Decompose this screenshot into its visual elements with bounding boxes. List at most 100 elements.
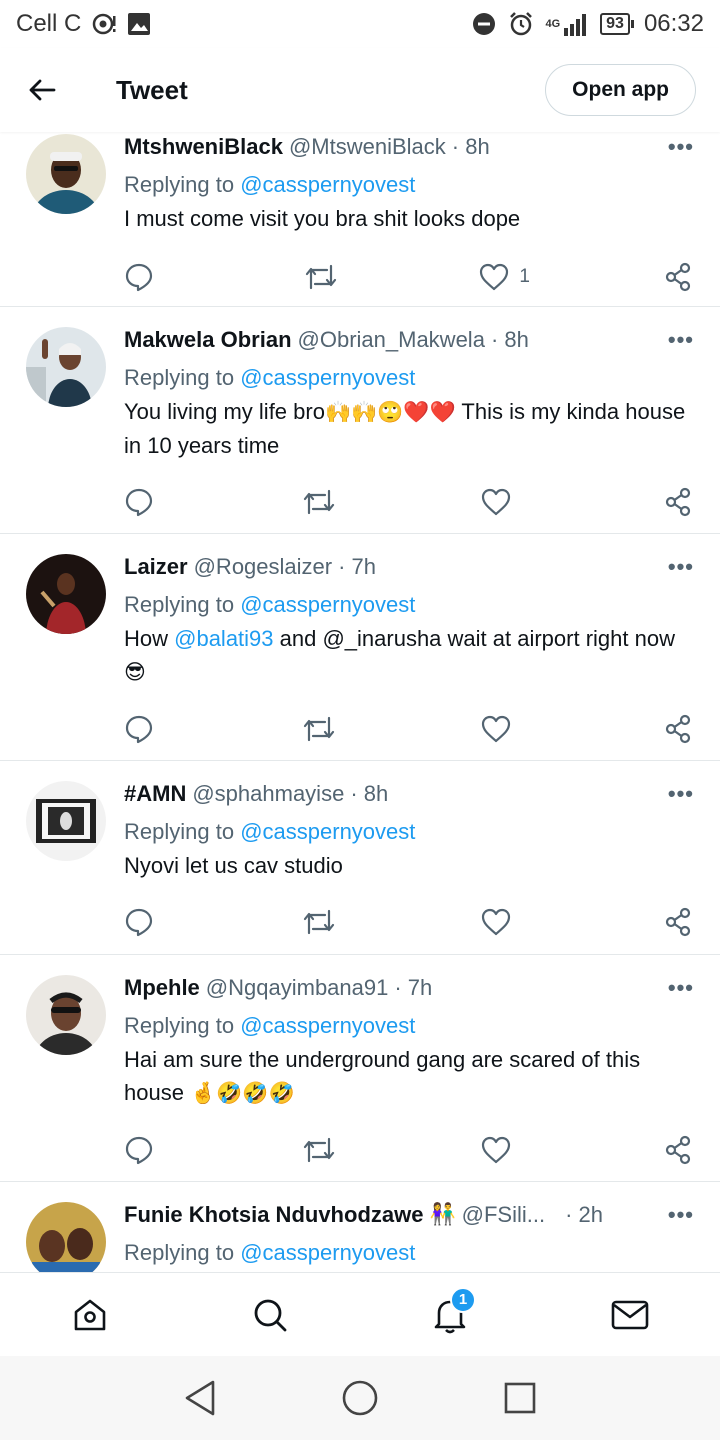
retweet-button[interactable] [303,907,480,937]
emoji-group: 🤞🤣🤣🤣 [190,1082,295,1105]
mention-link[interactable]: @balati93 [174,626,273,651]
more-options-icon[interactable]: ••• [668,1202,694,1228]
retweet-icon [304,909,335,935]
avatar[interactable] [26,554,106,634]
avatar[interactable] [26,327,106,407]
tweet-text: Nyovi let us cav studio [124,853,343,878]
replying-to: Replying to @casspernyovest [124,1013,416,1038]
name-emoji: 👫 [429,1203,456,1226]
tweet[interactable]: Makwela Obrian @Obrian_Makwela · 8h ••• … [0,307,720,534]
nav-back-button[interactable] [160,1358,240,1438]
mention-link[interactable]: @casspernyovest [240,172,415,197]
tab-messages[interactable] [590,1275,670,1355]
share-button[interactable] [664,487,692,517]
do-not-disturb-icon [471,11,497,37]
nav-recents-button[interactable] [480,1358,560,1438]
author-handle[interactable]: @FSili... [462,1202,545,1228]
back-button[interactable] [0,48,84,132]
author-name[interactable]: Mpehle [124,975,200,1001]
author-name[interactable]: Makwela Obrian [124,327,292,353]
triangle-back-icon [185,1380,215,1416]
reply-icon [125,715,153,744]
mention-link[interactable]: @casspernyovest [240,1240,415,1265]
author-handle[interactable]: @Ngqayimbana91 [206,975,389,1001]
more-options-icon[interactable]: ••• [668,554,694,580]
emoji: 😎 [124,661,146,684]
mention-link[interactable]: @casspernyovest [240,1013,415,1038]
more-options-icon[interactable]: ••• [668,327,694,353]
reply-icon [125,1136,153,1165]
author-handle[interactable]: @Rogeslaizer [194,554,333,580]
share-button[interactable] [664,907,692,937]
retweet-button[interactable] [303,1135,480,1165]
home-icon [74,1299,106,1330]
gallery-icon [127,12,151,36]
like-button[interactable] [481,1136,664,1164]
tweet-text: Hai am sure the underground gang are sca… [124,1047,641,1105]
clock: 06:32 [643,10,704,37]
author-handle[interactable]: @sphahmayise [192,781,344,807]
hotspot-icon [91,11,117,37]
more-options-icon[interactable]: ••• [668,134,694,160]
heart-icon [481,715,510,743]
author-name[interactable]: #AMN [124,781,186,807]
avatar[interactable] [26,1202,106,1272]
author-name[interactable]: Funie Khotsia Nduvhodzawe [124,1202,423,1228]
tab-notifications[interactable]: 1 [410,1275,490,1355]
tweet[interactable]: Mpehle @Ngqayimbana91 · 7h ••• Replying … [0,955,720,1182]
author-handle[interactable]: @MtsweniBlack [289,134,446,160]
author-name[interactable]: MtshweniBlack [124,134,283,160]
like-button[interactable]: 1 [479,263,664,291]
signal-icon: 4G [545,12,590,36]
mention-link[interactable]: @casspernyovest [240,592,415,617]
like-button[interactable] [481,715,664,743]
author-handle[interactable]: @Obrian_Makwela [298,327,485,353]
emoji-group: 🙌🙌🙄❤️❤️ [324,401,456,424]
tweet-text: You living my life bro🙌🙌🙄❤️❤️ This is my… [124,399,686,458]
tweet[interactable]: MtshweniBlack @MtsweniBlack · 8h ••• Rep… [0,132,720,307]
mention-link[interactable]: @casspernyovest [240,819,415,844]
like-button[interactable] [481,908,664,936]
status-bar: Cell C 4G 93 06:32 [0,0,720,48]
share-icon [665,262,691,292]
replies-feed[interactable]: MtshweniBlack @MtsweniBlack · 8h ••• Rep… [0,132,720,1272]
retweet-icon [305,264,336,290]
retweet-icon [304,489,335,515]
bottom-tab-bar: 1 [0,1272,720,1356]
page-title: Tweet [116,74,188,105]
notification-badge: 1 [450,1286,476,1313]
share-button[interactable] [664,1135,692,1165]
reply-button[interactable] [124,487,303,517]
reply-button[interactable] [124,907,303,937]
reply-button[interactable] [124,714,303,744]
square-recents-icon [504,1382,536,1414]
replying-to: Replying to @casspernyovest [124,819,416,844]
replying-to: Replying to @casspernyovest [124,365,416,390]
tweet[interactable]: Funie Khotsia Nduvhodzawe 👫 @FSili... · … [0,1182,720,1272]
more-options-icon[interactable]: ••• [668,975,694,1001]
nav-home-button[interactable] [320,1358,400,1438]
tab-home[interactable] [50,1275,130,1355]
tab-explore[interactable] [230,1275,310,1355]
open-app-button[interactable]: Open app [545,64,696,116]
share-button[interactable] [664,714,692,744]
reply-button[interactable] [124,1135,303,1165]
tweet-text: I must come visit you bra shit looks dop… [124,206,521,231]
reply-icon [125,263,153,292]
author-name[interactable]: Laizer [124,554,188,580]
tweet[interactable]: Laizer @Rogeslaizer · 7h ••• Replying to… [0,534,720,761]
more-options-icon[interactable]: ••• [668,781,694,807]
tweet[interactable]: #AMN @sphahmayise · 8h ••• Replying to @… [0,761,720,955]
like-button[interactable] [481,488,664,516]
retweet-button[interactable] [303,487,480,517]
mention-link[interactable]: @casspernyovest [240,365,415,390]
search-icon [254,1299,287,1331]
avatar[interactable] [26,975,106,1055]
avatar[interactable] [26,134,106,214]
retweet-button[interactable] [305,262,480,292]
avatar[interactable] [26,781,106,861]
reply-button[interactable] [124,262,305,292]
share-button[interactable] [664,262,692,292]
retweet-button[interactable] [303,714,480,744]
heart-icon [481,1136,510,1164]
